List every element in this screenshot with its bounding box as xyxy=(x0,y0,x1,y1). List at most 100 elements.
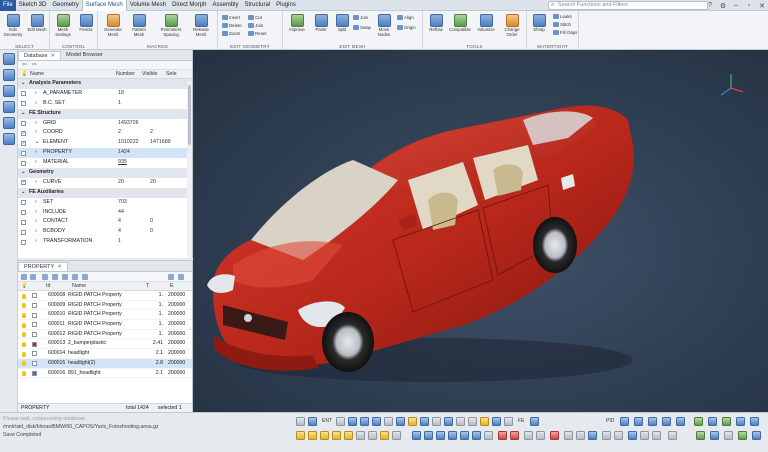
tree-row[interactable]: › TRANSFORMATION 1 xyxy=(18,237,192,247)
list-icon[interactable] xyxy=(62,274,68,280)
select-poly-icon[interactable] xyxy=(308,431,317,440)
cursor-icon[interactable] xyxy=(296,417,305,426)
expand-arrow-icon[interactable]: ⌄ xyxy=(35,138,39,148)
visibility-bulb-icon[interactable] xyxy=(22,312,26,318)
row-checkbox[interactable] xyxy=(21,219,26,225)
tab-model-browser[interactable]: Model Browser xyxy=(61,51,108,60)
all-icon[interactable] xyxy=(396,417,405,426)
visibility-bulb-icon[interactable] xyxy=(22,322,26,328)
car-model[interactable] xyxy=(193,50,768,412)
property-row[interactable]: 600009 RIGID PATCH Property 1. 200000 xyxy=(18,301,192,311)
side-view-icon[interactable] xyxy=(648,417,657,426)
fill-gaps-button[interactable]: Fill Gaps xyxy=(553,30,577,36)
forward-icon[interactable] xyxy=(30,274,36,280)
freeze-button[interactable]: Freeze xyxy=(75,14,97,33)
volumize-button[interactable]: Volumize xyxy=(475,14,497,33)
collapse-arrow-icon[interactable]: ⌄ xyxy=(21,79,25,89)
zoom-button[interactable]: Zoom xyxy=(222,31,240,37)
elements-icon[interactable] xyxy=(530,417,539,426)
menu-tab-surface-mesh[interactable]: Surface Mesh xyxy=(81,0,127,11)
color-swatch[interactable] xyxy=(32,361,37,367)
cut-button[interactable]: Cut xyxy=(248,15,262,21)
leaks-button[interactable]: Leaks xyxy=(553,14,572,20)
menu-tab-sketch-3d[interactable]: Sketch 3D xyxy=(16,0,50,11)
visibility-bulb-icon[interactable] xyxy=(22,303,26,309)
property-row[interactable]: 600011 RIGID PATCH Property 1. 200000 xyxy=(18,320,192,330)
select-feature-icon[interactable] xyxy=(344,431,353,440)
focus-icon[interactable] xyxy=(308,417,317,426)
database-icon[interactable] xyxy=(2,53,15,65)
property-row[interactable]: 600012 RIGID PATCH Property 1. 200000 xyxy=(18,330,192,340)
row-checkbox[interactable] xyxy=(21,239,26,245)
mesh-settings-button[interactable]: Mesh Settings xyxy=(52,14,74,37)
tree-row[interactable]: › SET 703 xyxy=(18,198,192,208)
origin-button[interactable]: Origin xyxy=(397,25,416,31)
sets-icon[interactable] xyxy=(2,133,15,145)
free-edges-icon[interactable] xyxy=(710,431,719,440)
tree-row[interactable]: › GRID 1493726 xyxy=(18,119,192,129)
menu-tab-assembly[interactable]: Assembly xyxy=(209,0,241,11)
menu-tab-structural[interactable]: Structural xyxy=(241,0,273,11)
select-box-icon[interactable] xyxy=(296,431,305,440)
column-t[interactable]: T xyxy=(146,282,149,291)
color-swatch[interactable] xyxy=(32,341,37,347)
improve-button[interactable]: Improve xyxy=(286,14,308,33)
maximize-icon[interactable]: ▫ xyxy=(745,2,753,9)
column-number[interactable]: Number xyxy=(116,70,135,79)
property-row[interactable]: 600008 RIGID PATCH Property 1. 200000 xyxy=(18,291,192,301)
row-checkbox[interactable] xyxy=(21,200,26,206)
perspective-icon[interactable] xyxy=(708,417,717,426)
menu-tab-direct-morph[interactable]: Direct Morph xyxy=(169,0,209,11)
visibility-bulb-icon[interactable] xyxy=(22,351,26,357)
property-row[interactable]: 600010 RIGID PATCH Property 1. 200000 xyxy=(18,310,192,321)
tree-section[interactable]: ⌄ Geometry xyxy=(18,168,192,178)
property-row[interactable]: 600015 headlight(2) 2.8 200000 xyxy=(18,358,192,369)
column-name[interactable]: Name xyxy=(30,70,44,79)
layers-icon[interactable] xyxy=(472,431,481,440)
select-circle-icon[interactable] xyxy=(320,431,329,440)
row-checkbox[interactable] xyxy=(21,178,26,188)
column-selected[interactable]: Sele xyxy=(166,70,177,79)
invert-icon[interactable] xyxy=(384,417,393,426)
tree-row[interactable]: › PROPERTY 1424 xyxy=(18,148,192,159)
solid-icon[interactable] xyxy=(696,431,705,440)
invert-vis-icon[interactable] xyxy=(448,431,457,440)
expand-arrow-icon[interactable]: › xyxy=(35,128,37,138)
iso-view-icon[interactable] xyxy=(676,417,685,426)
visibility-bulb-icon[interactable] xyxy=(22,341,26,347)
expand-arrow-icon[interactable]: › xyxy=(35,119,37,129)
zoom-view-icon[interactable] xyxy=(750,417,759,426)
show-all-icon[interactable] xyxy=(424,431,433,440)
expand-arrow-icon[interactable]: › xyxy=(35,178,37,188)
tree-row[interactable]: › BCBODY 4 0 xyxy=(18,227,192,237)
more-icon[interactable] xyxy=(668,431,677,440)
stitch-button[interactable]: Stitch xyxy=(553,22,571,28)
parts-icon[interactable] xyxy=(2,85,15,97)
row-checkbox[interactable] xyxy=(21,229,26,235)
search-icon[interactable] xyxy=(82,274,88,280)
color-swatch[interactable] xyxy=(32,302,37,308)
and-icon[interactable] xyxy=(360,417,369,426)
row-checkbox[interactable] xyxy=(21,160,26,166)
column-id[interactable]: Id xyxy=(46,282,50,291)
tree-section[interactable]: ⌄ FE Structure xyxy=(18,108,192,119)
tree-row[interactable]: › CONTACT 4 0 xyxy=(18,217,192,227)
generate-mesh-button[interactable]: Generate Mesh xyxy=(102,14,124,37)
expand-arrow-icon[interactable]: › xyxy=(35,158,37,168)
visibility-bulb-icon[interactable] xyxy=(22,293,26,299)
expand-arrow-icon[interactable]: › xyxy=(35,227,37,237)
forward-arrow-icon[interactable]: ⇨ xyxy=(32,62,37,68)
front-view-icon[interactable] xyxy=(634,417,643,426)
delete-button[interactable]: Delete xyxy=(222,23,242,29)
collapse-arrow-icon[interactable]: ⌄ xyxy=(21,188,25,198)
collapse-arrow-icon[interactable]: ⌄ xyxy=(21,109,25,119)
clear-icon[interactable] xyxy=(524,431,533,440)
pid-label[interactable]: PID xyxy=(606,418,614,424)
edit-mesh-button[interactable]: Edit Mesh xyxy=(26,14,48,33)
filter-icon[interactable] xyxy=(52,274,58,280)
hidden-lines-icon[interactable] xyxy=(640,431,649,440)
tree-section[interactable]: ⌄ Analysis Parameters xyxy=(18,79,192,89)
color-swatch[interactable] xyxy=(32,322,37,328)
select-prop-icon[interactable] xyxy=(368,431,377,440)
properties-icon[interactable] xyxy=(2,101,15,113)
